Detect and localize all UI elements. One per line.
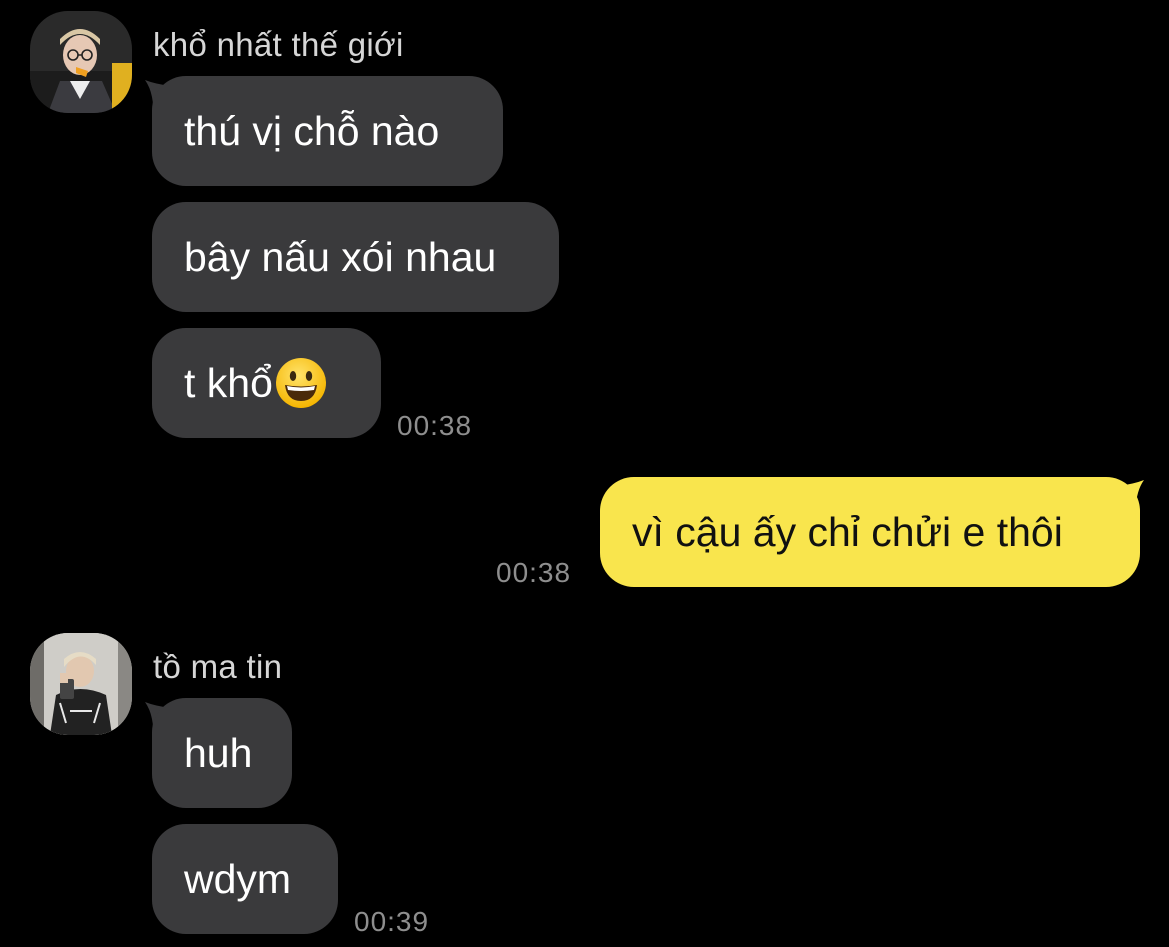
message-text: thú vị chỗ nào <box>184 107 440 154</box>
bubble-tail <box>1118 480 1148 525</box>
message-text: bây nấu xói nhau <box>184 233 497 280</box>
profile-photo-icon <box>30 11 132 113</box>
message-bubble[interactable]: wdym <box>152 824 338 934</box>
my-message-bubble[interactable]: vì cậu ấy chỉ chửi e thôi <box>600 477 1140 587</box>
profile-photo-icon <box>30 633 132 735</box>
avatar[interactable] <box>30 633 132 735</box>
message-text: vì cậu ấy chỉ chửi e thôi <box>632 508 1063 555</box>
message-text: wdym <box>184 855 292 902</box>
message-bubble[interactable]: bây nấu xói nhau <box>152 202 559 312</box>
sender-name: khổ nhất thế giới <box>153 26 404 63</box>
message-bubble[interactable]: huh <box>152 698 292 808</box>
message-text: huh <box>184 729 253 776</box>
grinning-face-emoji-icon <box>275 357 327 409</box>
timestamp: 00:39 <box>354 906 430 937</box>
chat-thread: khổ nhất thế giới thú vị chỗ nào bây nấu… <box>0 0 1169 947</box>
sender-name: tồ ma tin <box>153 648 283 685</box>
message-bubble[interactable]: thú vị chỗ nào <box>152 76 503 186</box>
timestamp: 00:38 <box>496 557 572 588</box>
timestamp: 00:38 <box>397 410 473 441</box>
message-bubble[interactable]: t khổ <box>152 328 381 438</box>
message-text: t khổ <box>184 359 273 406</box>
avatar[interactable] <box>30 11 132 113</box>
